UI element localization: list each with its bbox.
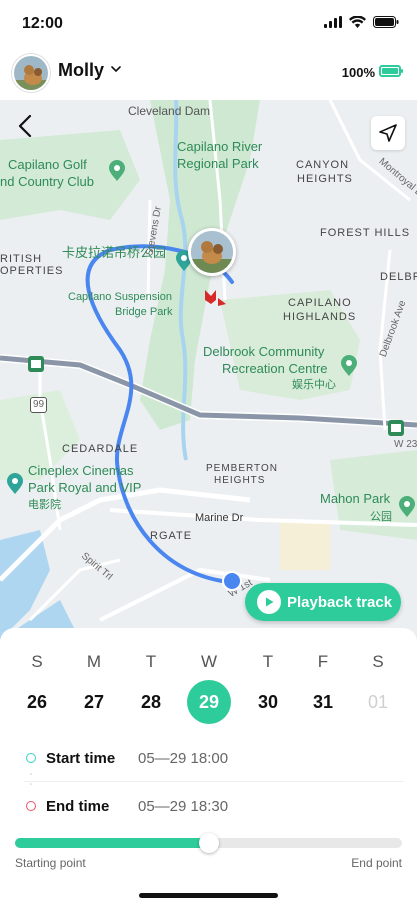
map-label: W 23 <box>394 439 417 450</box>
map-label: Cleveland Dam <box>128 104 211 118</box>
app-header: Molly 100% <box>0 46 417 100</box>
map-label: 公园 <box>370 511 392 523</box>
end-dot-icon <box>26 801 36 811</box>
cinema-pin-icon <box>7 473 23 494</box>
map-label: CAPILANO <box>288 297 352 309</box>
pet-location-marker[interactable] <box>188 228 236 276</box>
end-point-label: End point <box>351 856 402 870</box>
battery-percent: 100% <box>341 65 375 80</box>
map-view[interactable]: Cleveland Dam Capilano River Regional Pa… <box>0 100 417 640</box>
start-time-label: Start time <box>46 749 116 767</box>
slider-thumb[interactable] <box>198 833 219 853</box>
map-label: Capilano River <box>177 139 263 154</box>
highway-shield: 99 <box>30 397 48 413</box>
highway-sign-icon <box>388 420 404 436</box>
map-label: FOREST HILLS <box>320 227 411 239</box>
weekday-label: W <box>200 652 218 671</box>
back-arrow-icon[interactable] <box>14 112 38 140</box>
divider <box>24 781 404 782</box>
golf-pin-icon <box>109 160 125 181</box>
pet-avatar[interactable] <box>12 54 50 92</box>
map-label: Park Royal and VIP <box>28 480 142 495</box>
pet-name[interactable]: Molly <box>58 60 104 81</box>
map-label: Marine Dr <box>195 512 244 524</box>
map-label: Regional Park <box>177 156 259 171</box>
status-bar: 12:00 <box>0 0 417 46</box>
weekday-label: M <box>86 652 102 671</box>
home-indicator <box>139 893 278 898</box>
map-label: 娱乐中心 <box>292 379 336 391</box>
date-cell[interactable]: 28 <box>129 680 173 724</box>
map-label: HEIGHTS <box>297 173 353 185</box>
weekday-label: S <box>31 652 43 671</box>
date-row: 26 27 28 29 30 31 01 <box>0 680 417 726</box>
park-pin-icon <box>399 496 415 517</box>
end-time-label: End time <box>46 797 110 815</box>
weekday-label: T <box>262 652 274 671</box>
map-label: DELBR <box>380 271 417 283</box>
slider-fill <box>15 838 209 848</box>
playback-track-button[interactable]: Playback track <box>245 583 401 621</box>
battery-icon <box>379 65 403 77</box>
route-end-point <box>222 571 242 591</box>
play-icon <box>257 590 281 614</box>
date-cell[interactable]: 30 <box>246 680 290 724</box>
map-label: HIGHLANDS <box>283 311 357 323</box>
map-label: nd Country Club <box>0 174 94 189</box>
start-time-row[interactable]: Start time 05—29 18:00 <box>26 747 228 769</box>
map-label: CANYON <box>296 159 350 171</box>
weekday-label: S <box>372 652 384 671</box>
cellular-signal-icon <box>324 16 342 28</box>
end-time-value[interactable]: 05—29 18:30 <box>138 798 228 815</box>
date-cell-selected[interactable]: 29 <box>187 680 231 724</box>
map-label: Cineplex Cinemas <box>28 463 134 478</box>
weekday-row: S M T W T F S <box>0 652 417 672</box>
map-label: Bridge Park <box>115 306 173 318</box>
map-label: Recreation Centre <box>222 361 328 376</box>
map-label: RGATE <box>150 530 193 542</box>
map-label: Mahon Park <box>320 491 391 506</box>
weekday-label: F <box>317 652 329 671</box>
navigation-arrow-icon <box>379 124 397 142</box>
route-progress-slider[interactable] <box>15 833 402 853</box>
date-cell[interactable]: 27 <box>72 680 116 724</box>
time-connector <box>30 773 32 785</box>
map-label: Capilano Suspension <box>68 291 172 303</box>
map-label: Capilano Golf <box>8 157 87 172</box>
date-cell[interactable]: 31 <box>301 680 345 724</box>
map-label: Delbrook Community <box>203 344 325 359</box>
wifi-icon <box>349 16 366 28</box>
battery-status-icon <box>373 16 399 28</box>
playback-track-label: Playback track <box>287 593 393 611</box>
end-time-row[interactable]: End time 05—29 18:30 <box>26 795 228 817</box>
date-cell-disabled: 01 <box>367 692 389 712</box>
park-pin-icon <box>341 355 357 376</box>
starting-point-label: Starting point <box>15 856 86 870</box>
map-label: OPERTIES <box>0 265 64 277</box>
status-icons <box>324 16 399 28</box>
start-time-value[interactable]: 05—29 18:00 <box>138 750 228 767</box>
map-label: HEIGHTS <box>214 475 266 486</box>
date-cell[interactable]: 26 <box>15 680 59 724</box>
map-label: 卡皮拉诺吊桥公园 <box>62 245 167 260</box>
map-label: CEDARDALE <box>62 443 139 455</box>
map-label: 电影院 <box>28 499 61 511</box>
highway-sign-icon <box>28 356 44 372</box>
start-dot-icon <box>26 753 36 763</box>
status-time: 12:00 <box>22 15 63 32</box>
locate-button[interactable] <box>371 116 405 150</box>
chevron-down-icon[interactable] <box>110 63 122 75</box>
weekday-label: T <box>145 652 157 671</box>
